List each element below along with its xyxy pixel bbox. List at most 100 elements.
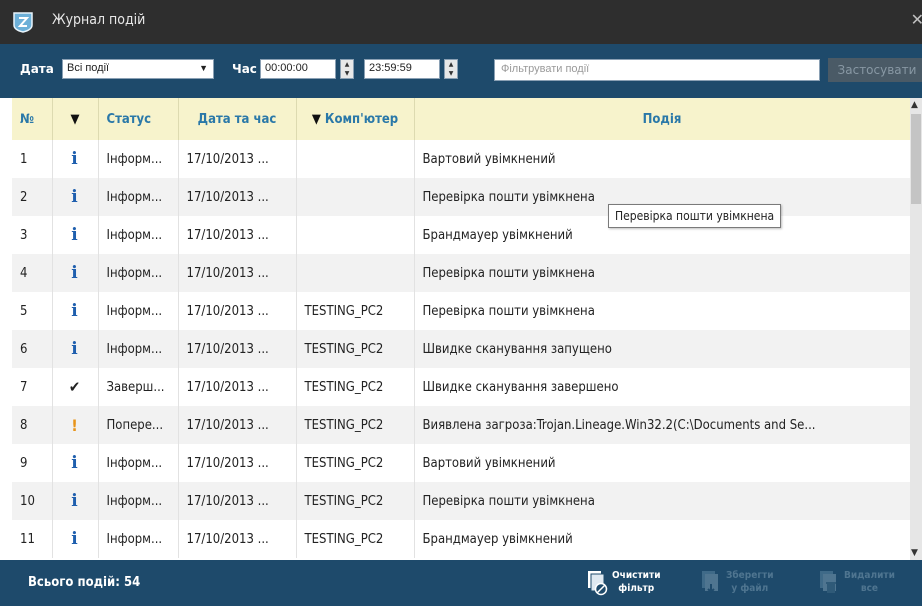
time-from-spinner[interactable]: ▲ ▼ [340,59,354,79]
event-log-window: Журнал подій ✕ Дата Всі події ▼ Час 00:0… [0,0,922,606]
column-header-event[interactable]: Подія [414,98,910,140]
time-to-input[interactable]: 23:59:59 [364,59,440,79]
cell-status-icon: ! [52,406,99,444]
cell-status-icon: i [52,520,99,558]
apply-button[interactable]: Застосувати [828,58,922,82]
table-row[interactable]: 7 ✔ Заверш... 17/10/2013 ... TESTING_PC2 Швид… [12,368,910,406]
cell-status-icon: i [52,292,99,330]
save-file-icon [702,571,718,594]
cell-computer: TESTING_PC2 [296,444,415,482]
spin-up-icon[interactable]: ▲ [341,60,353,69]
scrollbar-thumb[interactable] [911,114,921,204]
table-row[interactable]: 9 i Інформ... 17/10/2013 ... TESTING_PC2 Варт… [12,444,910,482]
cell-number: 4 [12,254,53,292]
checkmark-icon: ✔ [68,378,81,396]
info-icon: i [71,453,78,473]
footer-bar: Всього подій: 54 Очистити фільтр Зберегти… [0,560,922,606]
cell-status: Попере... [98,406,179,444]
column-header-status-filter[interactable]: ▼ [52,98,99,140]
cell-number: 9 [12,444,53,482]
column-header-number[interactable]: № [12,98,53,140]
column-header-computer[interactable]: ▼ Комп'ютер [296,98,415,140]
cell-event: Перевірка пошти увімкнена [414,254,910,292]
scroll-down-icon[interactable]: ▼ [911,548,918,558]
column-header-datetime[interactable]: Дата та час [178,98,297,140]
table-row[interactable]: 10 i Інформ... 17/10/2013 ... TESTING_PC2 Пер… [12,482,910,520]
cell-event: Виявлена загроза:Trojan.Lineage.Win32.2(… [414,406,910,444]
cell-datetime: 17/10/2013 ... [178,216,297,254]
date-dropdown[interactable]: Всі події ▼ [62,59,214,79]
table-row[interactable]: 5 i Інформ... 17/10/2013 ... TESTING_PC2 Пере… [12,292,910,330]
close-icon[interactable]: ✕ [911,10,922,29]
cell-status: Інформ... [98,520,179,558]
time-from-input[interactable]: 00:00:00 [260,59,336,79]
cell-status: Інформ... [98,178,179,216]
spin-up-icon[interactable]: ▲ [445,60,457,69]
filter-icon[interactable]: ▼ [71,112,80,127]
cell-datetime: 17/10/2013 ... [178,444,297,482]
info-icon: i [71,225,78,245]
info-icon: i [71,339,78,359]
cell-computer: TESTING_PC2 [296,368,415,406]
filter-events-input[interactable]: Фільтрувати події [494,59,820,81]
cell-computer [296,254,415,292]
cell-status: Інформ... [98,482,179,520]
cell-status: Інформ... [98,444,179,482]
cell-event: Перевірка пошти увімкнена [414,292,910,330]
cell-status-icon: i [52,140,99,178]
table-row[interactable]: 11 i Інформ... 17/10/2013 ... TESTING_PC2 Бра… [12,520,910,558]
cell-status: Інформ... [98,330,179,368]
cell-status-icon: i [52,482,99,520]
table-header-row: № ▼ Статус Дата та час ▼ Комп'ютер Подія [12,98,910,140]
cell-computer [296,216,415,254]
cell-event: Перевірка пошти увімкнена [414,482,910,520]
cell-number: 10 [12,482,53,520]
cell-status-icon: i [52,216,99,254]
cell-status: Інформ... [98,216,179,254]
cell-number: 2 [12,178,53,216]
cell-computer [296,140,415,178]
warning-icon: ! [71,415,78,435]
table-row[interactable]: 8! Попере... 17/10/2013 ... TESTING_PC2 Вияв… [12,406,910,444]
title-bar: Журнал подій ✕ [0,0,922,44]
info-icon: i [71,491,78,511]
info-icon: i [71,529,78,549]
cell-number: 7 [12,368,53,406]
cell-number: 5 [12,292,53,330]
filter-icon[interactable]: ▼ [312,112,321,127]
cell-event: Брандмауер увімкнений [414,520,910,558]
cell-datetime: 17/10/2013 ... [178,406,297,444]
cell-computer: TESTING_PC2 [296,520,415,558]
cell-computer: TESTING_PC2 [296,292,415,330]
cell-number: 3 [12,216,53,254]
table-row[interactable]: 1 i Інформ... 17/10/2013 ... Вартовий увімкн… [12,140,910,178]
table-row[interactable]: 4 i Інформ... 17/10/2013 ... Перевірка пошти… [12,254,910,292]
total-events-count: Всього подій: 54 [28,575,141,590]
cell-status-icon: i [52,254,99,292]
clear-filter-label: Очистити фільтр [612,570,661,594]
cell-status-icon: i [52,178,99,216]
events-table: № ▼ Статус Дата та час ▼ Комп'ютер Подія… [12,98,910,560]
table-row[interactable]: 6 i Інформ... 17/10/2013 ... TESTING_PC2 Швид… [12,330,910,368]
cell-datetime: 17/10/2013 ... [178,520,297,558]
column-header-status[interactable]: Статус [98,98,179,140]
cell-datetime: 17/10/2013 ... [178,330,297,368]
save-to-file-button[interactable]: Зберегти у файл [700,568,800,600]
cell-number: 6 [12,330,53,368]
cell-status: Заверш... [98,368,179,406]
dropdown-arrow-icon: ▼ [199,63,208,73]
spin-down-icon[interactable]: ▼ [445,69,457,78]
cell-datetime: 17/10/2013 ... [178,254,297,292]
cell-datetime: 17/10/2013 ... [178,178,297,216]
spin-down-icon[interactable]: ▼ [341,69,353,78]
time-to-spinner[interactable]: ▲ ▼ [444,59,458,79]
cell-datetime: 17/10/2013 ... [178,292,297,330]
delete-all-button[interactable]: Видалити все [818,568,922,600]
vertical-scrollbar[interactable]: ▲ ▼ [910,98,922,560]
cell-status: Інформ... [98,254,179,292]
cell-status-icon: i [52,444,99,482]
scroll-up-icon[interactable]: ▲ [911,100,918,110]
cell-datetime: 17/10/2013 ... [178,482,297,520]
clear-filter-button[interactable]: Очистити фільтр [586,568,686,600]
time-label: Час [232,62,257,76]
